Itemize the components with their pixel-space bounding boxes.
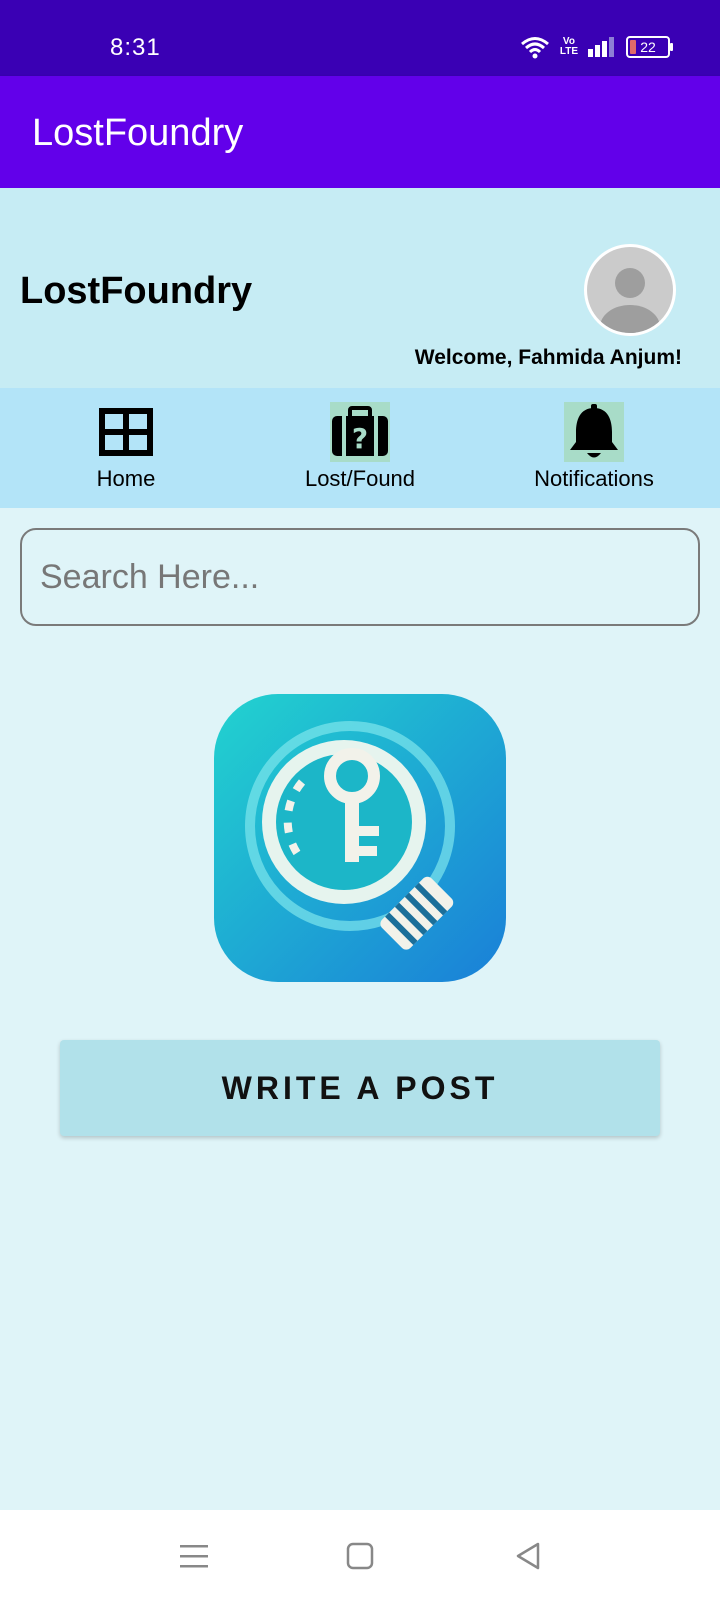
svg-text:?: ? [352,422,368,455]
status-time: 8:31 [110,34,161,61]
search-input[interactable] [22,530,698,624]
tab-lost-found[interactable]: ? Lost/Found [260,402,460,492]
tab-lost-found-label: Lost/Found [304,466,416,491]
menu-icon[interactable] [176,1538,212,1574]
battery-level [630,40,636,54]
welcome-text: Welcome, Fahmida Anjum! [414,346,682,369]
tab-notifications-label: Notifications [534,466,654,491]
volte-icon: Vo LTE [560,37,578,57]
avatar[interactable] [584,244,676,336]
avatar-icon [587,247,673,333]
bell-icon [564,402,624,462]
profile-header: LostFoundry Welcome, Fahmida Anjum! [0,188,720,388]
status-bar: 8:31 Vo LTE 22 [0,0,720,76]
app-bar-title: LostFoundry [32,112,244,154]
home-square-icon[interactable] [342,1538,378,1574]
wifi-icon [520,37,549,59]
status-icons: Vo LTE 22 [520,32,673,62]
volte-bottom: LTE [559,46,578,57]
tab-home[interactable]: Home [26,402,226,492]
search-field[interactable] [20,528,700,626]
brand-title: LostFoundry [20,270,253,312]
system-navigation-bar [0,1510,720,1600]
tab-notifications[interactable]: Notifications [494,402,694,492]
write-post-button[interactable]: WRITE A POST [60,1040,660,1136]
briefcase-question-icon: ? [330,402,390,462]
tab-home-label: Home [96,466,156,491]
app-bar: LostFoundry [0,76,720,188]
signal-icon [588,37,614,57]
back-icon[interactable] [510,1538,546,1574]
grid-icon [99,408,153,456]
battery-text: 22 [640,39,656,55]
app-logo-icon [214,694,506,982]
tab-navigation: Home ? Lost/Found Notifications [0,388,720,508]
battery-icon: 22 [626,36,673,58]
